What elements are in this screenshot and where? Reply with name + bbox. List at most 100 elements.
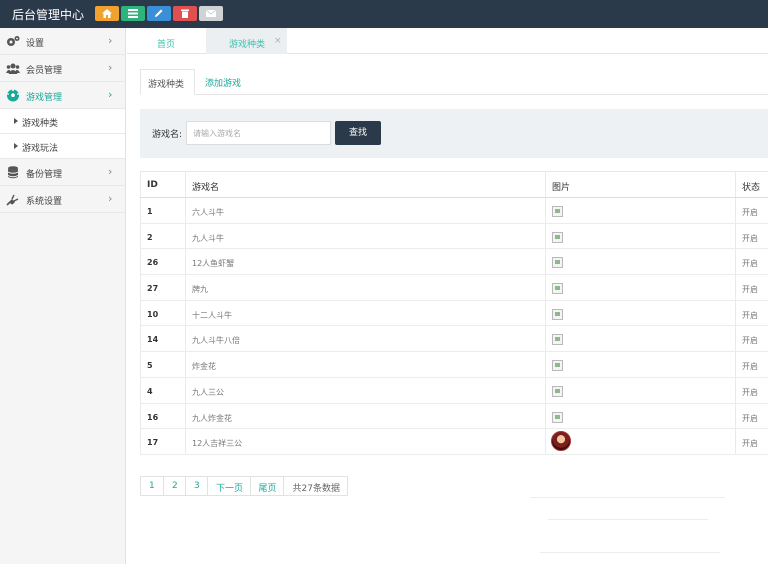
divider-line	[530, 497, 725, 498]
cell-id: 27	[140, 275, 185, 300]
next-page-link[interactable]: 下一页	[207, 477, 250, 495]
sidebar-item-backup[interactable]: 备份管理 ›	[0, 159, 125, 186]
tab-add-game[interactable]: 添加游戏	[198, 69, 258, 95]
cell-id: 16	[140, 403, 185, 429]
sidebar-item-label: 系统设置	[26, 197, 63, 207]
cell-status: 开启	[735, 429, 768, 454]
broken-image-icon	[552, 360, 563, 372]
close-icon[interactable]: ×	[274, 36, 282, 46]
broken-image-icon	[552, 231, 563, 243]
cell-text: 开启	[742, 233, 758, 243]
page-link-3[interactable]: 3	[185, 477, 207, 495]
cell-name: 炸金花	[185, 352, 545, 377]
sidebar-item-games[interactable]: 游戏管理 ›	[0, 82, 125, 109]
game-avatar-image	[551, 431, 571, 452]
cell-text: 12人鱼虾蟹	[192, 259, 235, 269]
pagination-label: 1	[149, 481, 155, 491]
cell-image	[545, 326, 735, 352]
cell-status: 开启	[735, 198, 768, 223]
tab-game-types[interactable]: 游戏种类 ×	[206, 28, 287, 54]
sidebar-item-settings[interactable]: 设置 ›	[0, 28, 125, 55]
cell-id: 2	[140, 223, 185, 249]
cell-text: 开启	[742, 259, 758, 269]
table-row: 5 炸金花 开启	[140, 352, 768, 378]
cell-id: 10	[140, 300, 185, 326]
search-button[interactable]: 查找	[335, 121, 381, 145]
sidebar-subitem-label: 游戏种类	[22, 119, 59, 129]
games-table: ID 游戏名 图片 状态 1 六人斗牛 开启 2 九人斗牛 开启 26 12人鱼虾蟹 开启 27 牌…	[140, 171, 768, 455]
tab-label: 游戏种类	[148, 80, 185, 90]
sidebar-subitem-game-rules[interactable]: 游戏玩法	[0, 134, 125, 159]
header-cell-status: 状态	[735, 172, 768, 197]
cell-image	[545, 352, 735, 377]
home-button[interactable]	[95, 6, 119, 21]
caret-right-icon	[14, 118, 18, 124]
cell-text: 2	[147, 232, 153, 242]
cell-text: 牌九	[192, 285, 208, 295]
soccer-ball-icon	[7, 89, 19, 102]
cell-text: 十二人斗牛	[192, 310, 232, 320]
chevron-right-icon: ›	[108, 88, 113, 101]
last-page-link[interactable]: 尾页	[250, 477, 283, 495]
sidebar-subitem-label: 游戏玩法	[22, 144, 59, 154]
cell-id: 4	[140, 377, 185, 403]
pagination: 1 2 3 下一页 尾页 共27条数据	[140, 476, 348, 496]
broken-image-icon	[552, 257, 563, 269]
broken-image-icon	[552, 206, 563, 217]
table-row: 26 12人鱼虾蟹 开启	[140, 249, 768, 276]
pagination-label: 尾页	[258, 484, 277, 494]
page-link-2[interactable]: 2	[163, 477, 185, 495]
broken-image-icon	[552, 283, 563, 295]
cell-image	[545, 223, 735, 249]
delete-button[interactable]	[173, 6, 197, 21]
chevron-right-icon: ›	[108, 165, 113, 178]
header-cell-image: 图片	[545, 172, 735, 197]
chevron-right-icon: ›	[108, 61, 113, 74]
game-name-search-input[interactable]	[186, 121, 331, 145]
cell-text: 开启	[742, 336, 758, 346]
cell-image	[545, 300, 735, 326]
cell-text: 开启	[742, 362, 758, 372]
cell-status: 开启	[735, 377, 768, 403]
cell-image	[545, 249, 735, 275]
table-row: 16 九人炸金花 开启	[140, 403, 768, 430]
cell-status: 开启	[735, 300, 768, 326]
cell-name: 九人三公	[185, 377, 545, 403]
plug-icon	[6, 194, 19, 206]
broken-image-icon	[552, 411, 563, 423]
pagination-label: 共27条数据	[292, 484, 340, 494]
tab-home[interactable]: 首页	[127, 28, 206, 54]
page-link-1[interactable]: 1	[141, 477, 163, 495]
cell-text: 开启	[742, 285, 758, 295]
cell-image	[545, 377, 735, 403]
broken-image-icon	[552, 308, 563, 320]
cell-id: 26	[140, 249, 185, 275]
sidebar-subitem-game-types[interactable]: 游戏种类	[0, 109, 125, 134]
cell-status: 开启	[735, 223, 768, 249]
header-label: 状态	[742, 183, 761, 193]
divider-line	[548, 519, 708, 520]
edit-button[interactable]	[147, 6, 171, 21]
cell-status: 开启	[735, 249, 768, 275]
sidebar-item-members[interactable]: 会员管理 ›	[0, 55, 125, 82]
cell-status: 开启	[735, 326, 768, 352]
grid-icon	[128, 9, 138, 18]
table-row: 1 六人斗牛 开启	[140, 198, 768, 224]
cell-id: 1	[140, 198, 185, 223]
sidebar: 设置 › 会员管理 › 游戏管理 › 游戏种类 游戏玩法 备份管理 › 系统设置…	[0, 28, 126, 564]
sidebar-item-system-settings[interactable]: 系统设置 ›	[0, 186, 125, 213]
chevron-right-icon: ›	[108, 192, 113, 205]
table-header-row: ID 游戏名 图片 状态	[140, 172, 768, 198]
table-row: 2 九人斗牛 开启	[140, 223, 768, 250]
tab-game-type-list[interactable]: 游戏种类	[140, 69, 195, 95]
mail-button[interactable]	[199, 6, 223, 21]
grid-button[interactable]	[121, 6, 145, 21]
cell-text: 九人三公	[192, 387, 224, 397]
total-count: 共27条数据	[283, 477, 347, 495]
cell-status: 开启	[735, 352, 768, 377]
tab-label: 添加游戏	[205, 79, 242, 89]
cell-text: 开启	[742, 413, 758, 423]
cell-text: 六人斗牛	[192, 208, 224, 217]
tab-label: 游戏种类	[229, 40, 266, 50]
page-tabstrip: 首页 游戏种类 ×	[127, 28, 768, 54]
